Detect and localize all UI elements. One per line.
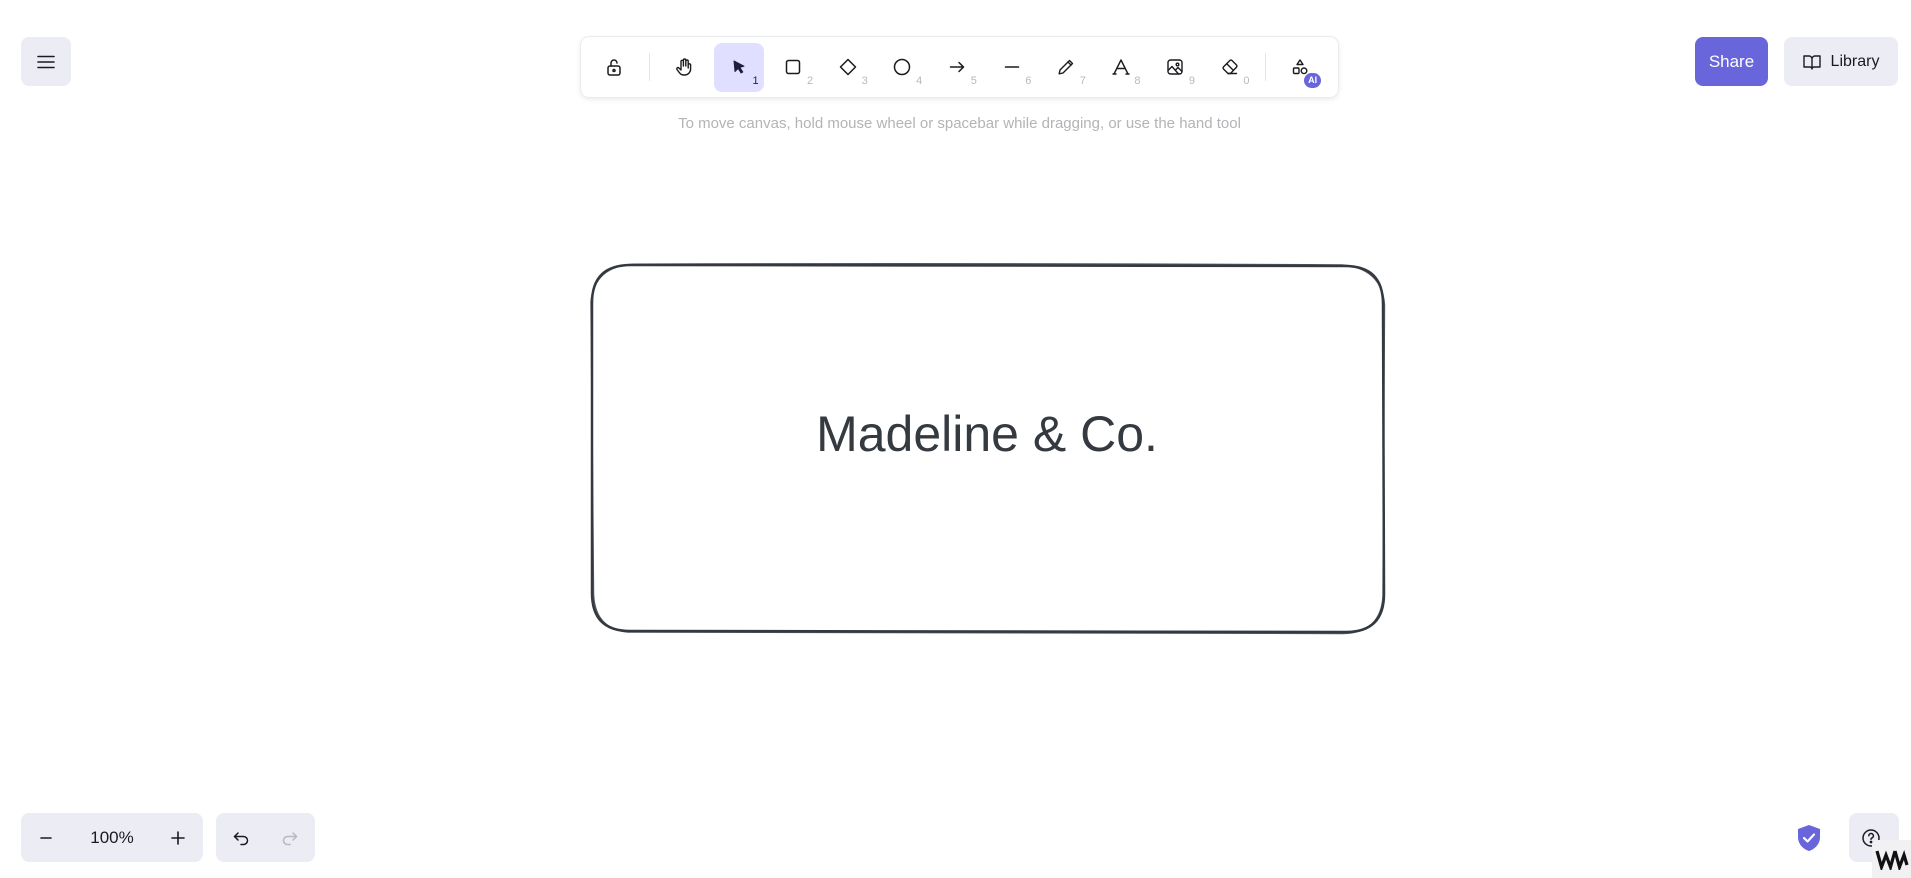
- encryption-shield-button[interactable]: [1795, 823, 1823, 853]
- redo-icon: [282, 831, 297, 845]
- shield-check-icon: [1798, 825, 1820, 851]
- redo-button[interactable]: [265, 813, 314, 862]
- history-controls: [216, 813, 315, 862]
- undo-icon: [233, 831, 248, 845]
- plus-icon: [171, 830, 185, 845]
- excalidraw-app: 1 2 3 4 5 6 7 8 9 0 AI To move canvas, h…: [0, 0, 1911, 878]
- zoom-in-button[interactable]: [153, 813, 203, 862]
- zoom-out-button[interactable]: [21, 813, 71, 862]
- canvas-text-element[interactable]: Madeline & Co.: [592, 405, 1382, 463]
- undo-button[interactable]: [216, 813, 265, 862]
- zoom-controls: 100%: [21, 813, 203, 862]
- w-logo-icon: [1874, 849, 1909, 870]
- minus-icon: [40, 836, 52, 839]
- zoom-reset-button[interactable]: 100%: [71, 828, 153, 848]
- watermark-logo: [1872, 840, 1911, 878]
